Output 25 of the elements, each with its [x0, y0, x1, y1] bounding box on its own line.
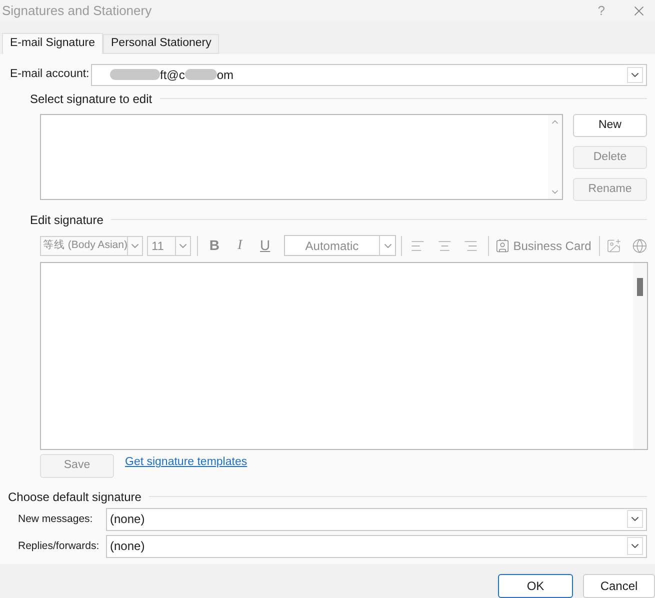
tab[interactable]: Personal Stationery	[103, 34, 220, 54]
card-icon	[495, 238, 510, 254]
signature-dropdown[interactable]: (none)	[106, 508, 647, 531]
cancel-button[interactable]: Cancel	[583, 574, 655, 598]
redaction-blur	[184, 69, 217, 80]
help-button[interactable]: ?	[598, 1, 605, 21]
section-heading: Select signature to edit	[30, 90, 152, 108]
account-dropdown[interactable]: ft@c om	[91, 64, 647, 86]
field-label: Replies/forwards:	[17, 538, 100, 554]
redaction-blur	[110, 69, 160, 80]
account-text: ft@c	[160, 66, 185, 84]
section-heading: Edit signature	[30, 212, 104, 229]
signature-dropdown[interactable]: (none)	[106, 534, 647, 558]
scrollbar[interactable]	[548, 114, 562, 199]
section-heading: Choose default signature	[8, 488, 142, 506]
window-title: Signatures and Stationery	[2, 2, 152, 20]
signature-list[interactable]	[40, 114, 563, 200]
templates-link[interactable]: Get signature templates	[125, 454, 248, 472]
scrollbar[interactable]	[633, 262, 647, 449]
tab[interactable]: E-mail Signature	[2, 32, 104, 54]
ok-button[interactable]: OK	[498, 574, 573, 598]
field-label: New messages:	[17, 512, 94, 526]
action-button[interactable]: New	[573, 114, 647, 137]
account-text: om	[216, 66, 234, 84]
field-label: E-mail account:	[9, 67, 90, 82]
